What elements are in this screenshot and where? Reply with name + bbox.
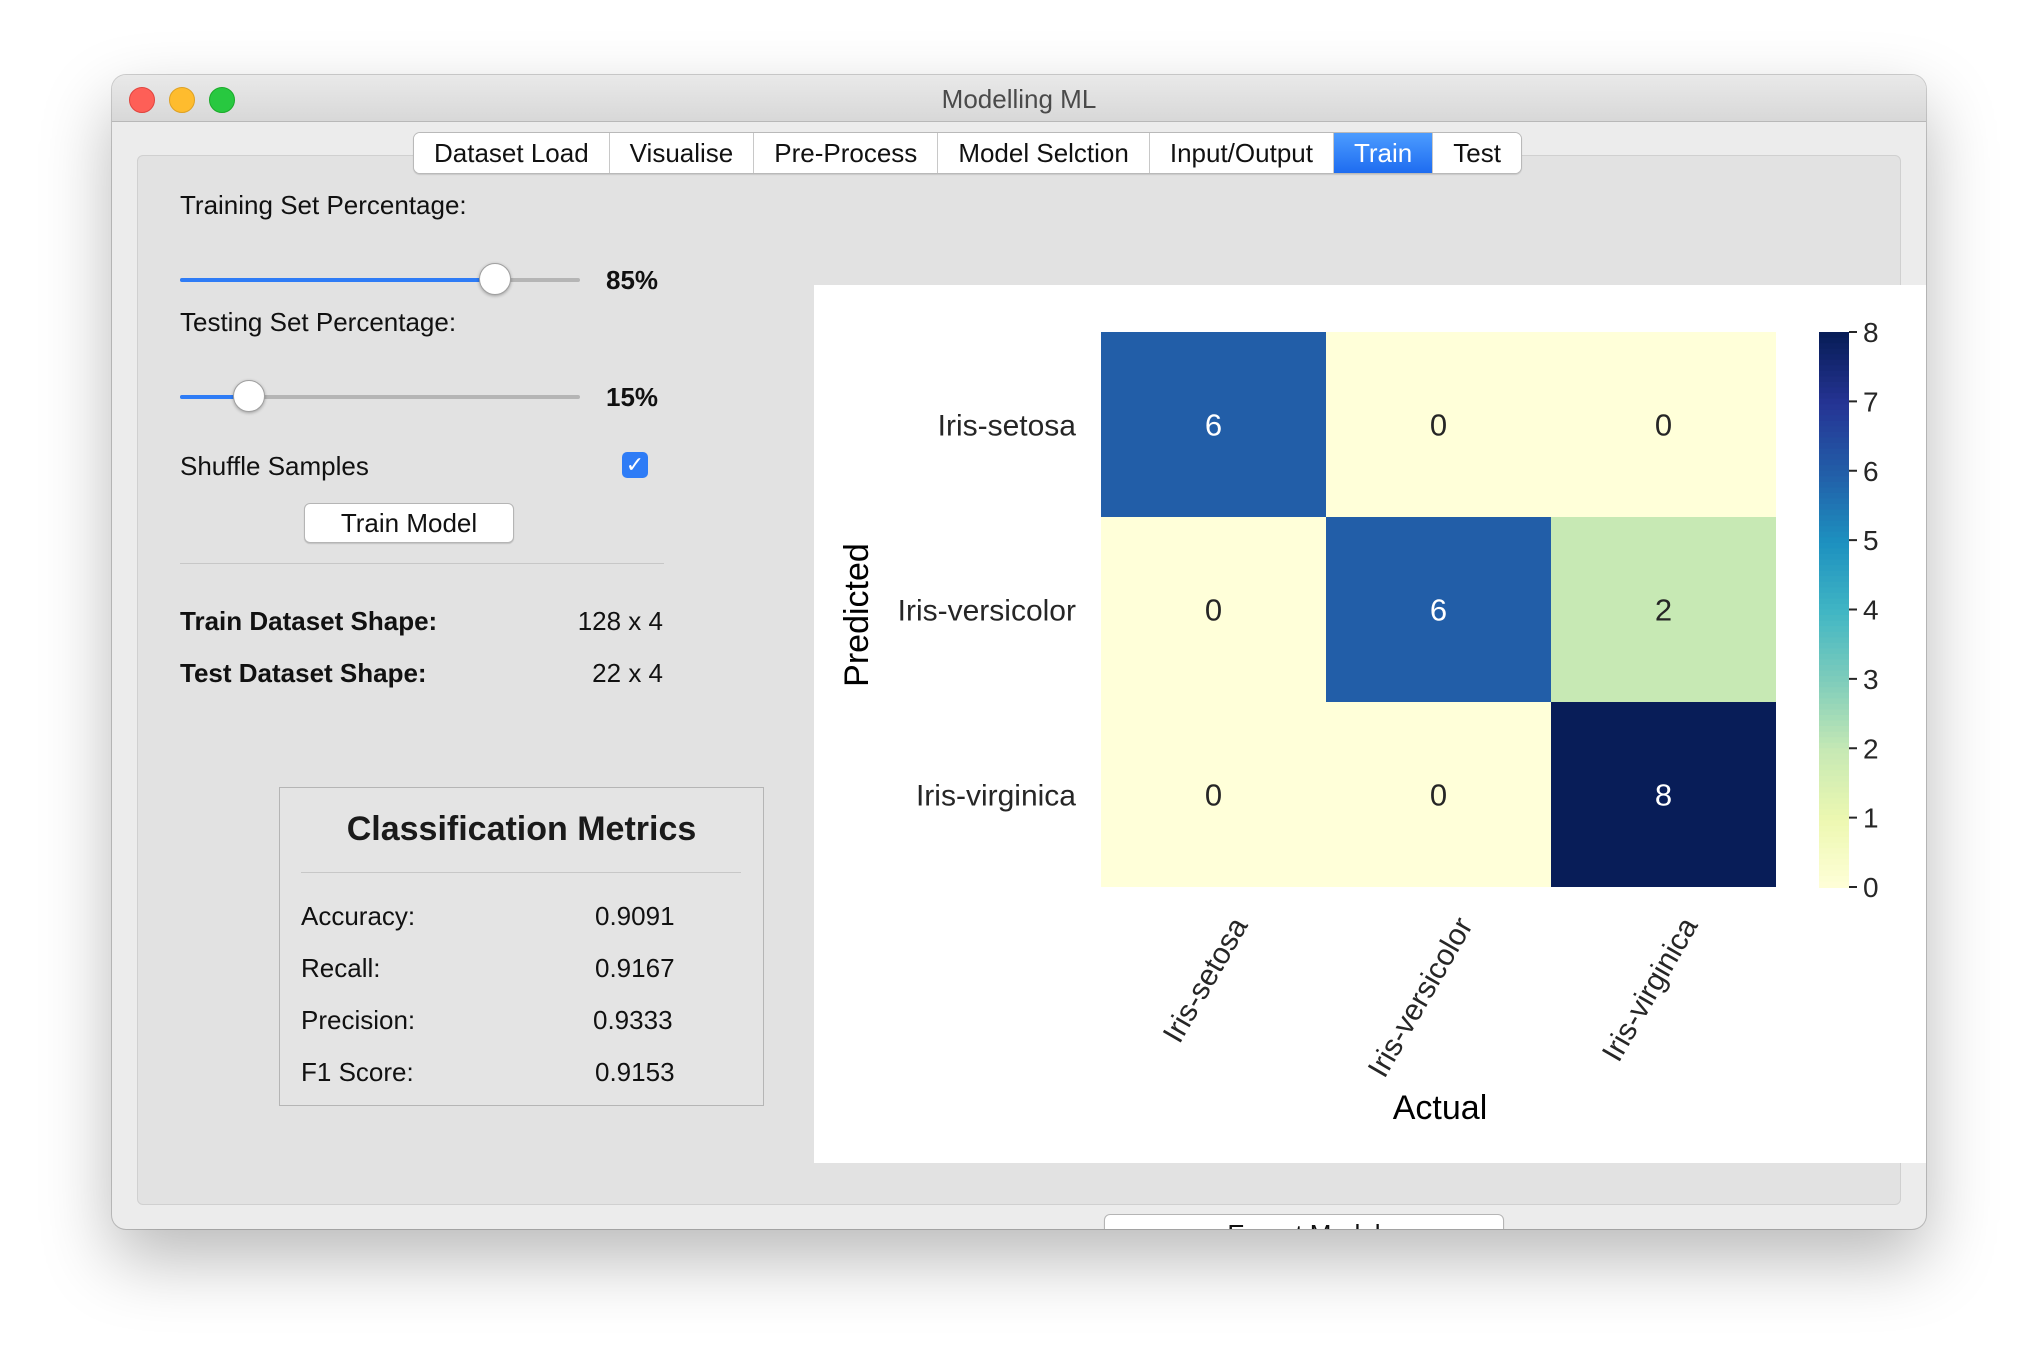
colorbar-tick-label: 5: [1863, 525, 1879, 556]
testing-slider-thumb[interactable]: [232, 380, 265, 412]
y-tick-label: Iris-setosa: [938, 410, 1077, 443]
train-shape-label: Train Dataset Shape:: [180, 606, 438, 636]
training-percentage-label: Training Set Percentage:: [180, 190, 467, 220]
confusion-matrix-heatmap: Predicted Actual 6 0 0 0 6 2 0 0 8 Iris-setosa Iri…: [838, 317, 1879, 1127]
app-window: Modelling ML Training Set Percentage: 85…: [112, 75, 1926, 1229]
recall-value: 0.9167: [595, 953, 675, 983]
cell-value-label: 0: [1430, 408, 1447, 443]
colorbar-tick-label: 1: [1863, 803, 1879, 834]
tab-input-output[interactable]: Input/Output: [1149, 133, 1334, 173]
precision-label: Precision:: [301, 1005, 416, 1035]
metrics-title: Classification Metrics: [346, 810, 697, 848]
export-model-button[interactable]: Export Model: [1104, 1214, 1504, 1229]
y-tick-label: Iris-versicolor: [898, 595, 1076, 628]
train-shape-value: 128 x 4: [577, 606, 663, 636]
colorbar-tick-label: 2: [1863, 733, 1879, 764]
tab-train[interactable]: Train: [1333, 133, 1434, 173]
cell-value-label: 0: [1430, 778, 1447, 813]
tab-bar: Dataset Load Visualise Pre-Process Model…: [413, 132, 1522, 174]
shuffle-samples-checkbox[interactable]: ✓: [622, 452, 648, 478]
x-tick-label: Iris-virginica: [1596, 912, 1705, 1067]
cell-value-label: 6: [1430, 593, 1447, 628]
training-percentage-value: 85%: [606, 265, 659, 295]
colorbar-tick-label: 0: [1863, 872, 1879, 903]
colorbar-tick-label: 3: [1863, 664, 1879, 695]
y-tick-label: Iris-virginica: [916, 780, 1076, 813]
metrics-divider: [301, 872, 741, 873]
cell-value-label: 2: [1655, 593, 1672, 628]
cell-value-label: 6: [1205, 408, 1222, 443]
colorbar-tick-label: 7: [1863, 386, 1879, 417]
testing-percentage-label: Testing Set Percentage:: [180, 307, 457, 337]
x-tick-label: Iris-setosa: [1157, 912, 1255, 1049]
colorbar-tick-label: 8: [1863, 317, 1879, 348]
tab-dataset-load[interactable]: Dataset Load: [414, 133, 610, 173]
section-divider: [180, 563, 664, 564]
test-shape-label: Test Dataset Shape:: [180, 658, 427, 688]
recall-label: Recall:: [301, 953, 381, 983]
training-slider-thumb[interactable]: [479, 263, 512, 295]
x-tick-label: Iris-versicolor: [1362, 912, 1480, 1083]
confusion-matrix-plot: Predicted Actual 6 0 0 0 6 2 0 0 8 Iris-setosa Iri…: [814, 285, 1926, 1163]
train-model-button[interactable]: Train Model: [304, 503, 514, 543]
colorbar-tick-label: 4: [1863, 595, 1879, 626]
cell-value-label: 0: [1205, 593, 1222, 628]
tab-pre-process[interactable]: Pre-Process: [754, 133, 939, 173]
test-shape-value: 22 x 4: [592, 658, 663, 688]
f1-score-value: 0.9153: [595, 1057, 675, 1087]
cell-value-label: 0: [1655, 408, 1672, 443]
window-title: Modelling ML: [941, 84, 1097, 114]
title-bar: Modelling ML: [112, 75, 1926, 122]
tab-model-selection[interactable]: Model Selction: [938, 133, 1150, 173]
x-axis-label: Actual: [1393, 1089, 1488, 1127]
testing-percentage-value: 15%: [606, 382, 659, 412]
f1-score-label: F1 Score:: [301, 1057, 414, 1087]
classification-metrics-box: Classification Metrics Accuracy: 0.9091 …: [279, 787, 764, 1106]
y-axis-label: Predicted: [838, 543, 876, 687]
training-slider-fill: [180, 278, 495, 282]
colorbar-segment: [1819, 881, 1849, 888]
colorbar-tick-label: 6: [1863, 456, 1879, 487]
accuracy-label: Accuracy:: [301, 901, 416, 931]
tab-test[interactable]: Test: [1433, 133, 1521, 173]
cell-value-label: 8: [1655, 778, 1672, 813]
accuracy-value: 0.9091: [595, 901, 675, 931]
precision-value: 0.9333: [593, 1005, 673, 1035]
shuffle-samples-label: Shuffle Samples: [180, 451, 369, 481]
cell-value-label: 0: [1205, 778, 1222, 813]
tab-visualise[interactable]: Visualise: [609, 133, 755, 173]
